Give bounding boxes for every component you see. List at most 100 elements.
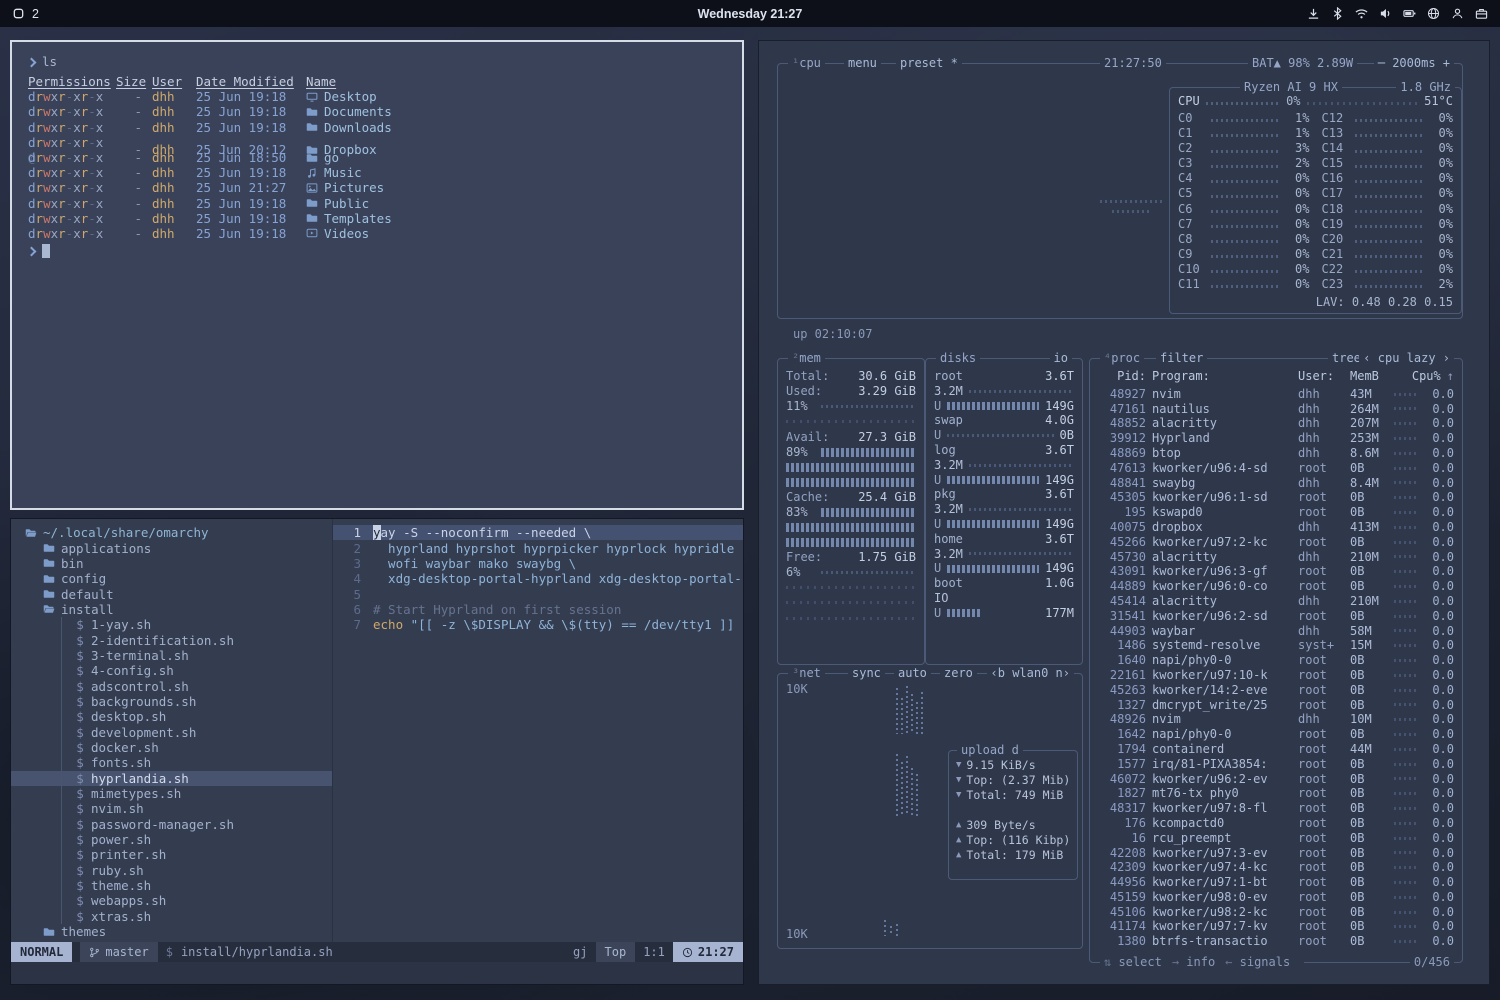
editor-pane[interactable]: 1yay -S --noconfirm --needed \2 hyprland… — [333, 519, 743, 942]
process-row[interactable]: 16rcu_preemptroot0B0.0 — [1098, 831, 1454, 846]
code-line-2[interactable]: 2 hyprland hyprshot hyprpicker hyprlock … — [333, 540, 743, 555]
workspace-icon[interactable] — [12, 7, 25, 20]
process-row[interactable]: 1827mt76-tx phy0root0B0.0 — [1098, 786, 1454, 801]
process-row[interactable]: 48841swaybgdhh8.4M0.0 — [1098, 476, 1454, 491]
proc-footer-signals[interactable]: ← signals — [1225, 955, 1290, 969]
preset-button[interactable]: preset * — [896, 56, 962, 71]
process-row[interactable]: 45263kworker/14:2-everoot0B0.0 — [1098, 683, 1454, 698]
tree-item-nvim.sh[interactable]: $nvim.sh — [11, 801, 332, 816]
command-line-area[interactable] — [11, 962, 743, 984]
code-line-3[interactable]: 3 wofi waybar mako swaybg \ — [333, 556, 743, 571]
mem-box-title[interactable]: ²mem — [788, 351, 825, 366]
tree-item-themes[interactable]: themes — [11, 924, 332, 939]
tree-item-power.sh[interactable]: $power.sh — [11, 832, 332, 847]
process-row[interactable]: 41174kworker/u97:7-kvroot0B0.0 — [1098, 919, 1454, 934]
filter-button[interactable]: filter — [1156, 351, 1207, 366]
tree-item-webapps.sh[interactable]: $webapps.sh — [11, 893, 332, 908]
proc-footer-select[interactable]: ⇅ select — [1104, 955, 1162, 969]
process-row[interactable]: 48927nvimdhh43M0.0 — [1098, 387, 1454, 402]
tray-download-icon[interactable] — [1307, 7, 1320, 20]
process-row[interactable]: 45159kworker/u98:0-evroot0B0.0 — [1098, 890, 1454, 905]
volume-icon[interactable] — [1379, 7, 1392, 20]
process-row[interactable]: 44889kworker/u96:0-coroot0B0.0 — [1098, 579, 1454, 594]
tree-item-3-terminal.sh[interactable]: $3-terminal.sh — [11, 648, 332, 663]
tree-item-mimetypes.sh[interactable]: $mimetypes.sh — [11, 786, 332, 801]
process-row[interactable]: 43091kworker/u96:3-gfroot0B0.0 — [1098, 564, 1454, 579]
process-row[interactable]: 45414alacrittydhh210M0.0 — [1098, 594, 1454, 609]
tree-item-bin[interactable]: bin — [11, 556, 332, 571]
code-line-5[interactable]: 5 — [333, 586, 743, 601]
tree-item-adscontrol.sh[interactable]: $adscontrol.sh — [11, 678, 332, 693]
process-row[interactable]: 47613kworker/u96:4-sdroot0B0.0 — [1098, 461, 1454, 476]
git-branch[interactable]: master — [80, 942, 157, 962]
wifi-icon[interactable] — [1355, 7, 1368, 20]
update-interval[interactable]: ─ 2000ms + — [1374, 56, 1454, 71]
cpu-column-header[interactable]: Cpu% — [1411, 369, 1441, 384]
process-row[interactable]: 44903waybardhh58M0.0 — [1098, 624, 1454, 639]
tree-item-printer.sh[interactable]: $printer.sh — [11, 847, 332, 862]
topbar-clock[interactable]: Wednesday 21:27 — [698, 7, 803, 21]
process-row[interactable]: 1327dmcrypt_write/25root0B0.0 — [1098, 698, 1454, 713]
process-row[interactable]: 31541kworker/u96:2-sdroot0B0.0 — [1098, 609, 1454, 624]
process-row[interactable]: 45730alacrittydhh210M0.0 — [1098, 550, 1454, 565]
process-row[interactable]: 39912Hyprlanddhh253M0.0 — [1098, 431, 1454, 446]
proc-footer-info[interactable]: → info — [1172, 955, 1215, 969]
process-row[interactable]: 1794containerdroot44M0.0 — [1098, 742, 1454, 757]
tree-item-password-manager.sh[interactable]: $password-manager.sh — [11, 817, 332, 832]
process-row[interactable]: 42208kworker/u97:3-evroot0B0.0 — [1098, 846, 1454, 861]
tree-item-default[interactable]: default — [11, 586, 332, 601]
tree-item-hyprlandia.sh[interactable]: $hyprlandia.sh — [11, 771, 332, 786]
process-row[interactable]: 48869btopdhh8.6M0.0 — [1098, 446, 1454, 461]
code-line-6[interactable]: 6# Start Hyprland on first session — [333, 602, 743, 617]
tree-item-theme.sh[interactable]: $theme.sh — [11, 878, 332, 893]
process-row[interactable]: 48926nvimdhh10M0.0 — [1098, 712, 1454, 727]
briefcase-icon[interactable] — [1475, 7, 1488, 20]
process-row[interactable]: 1380btrfs-transactioroot0B0.0 — [1098, 934, 1454, 949]
process-row[interactable]: 45305kworker/u96:1-sdroot0B0.0 — [1098, 490, 1454, 505]
process-row[interactable]: 42309kworker/u97:4-kcroot0B0.0 — [1098, 860, 1454, 875]
tree-item-xtras.sh[interactable]: $xtras.sh — [11, 909, 332, 924]
process-row[interactable]: 46072kworker/u96:2-evroot0B0.0 — [1098, 772, 1454, 787]
process-row[interactable]: 22161kworker/u97:10-kroot0B0.0 — [1098, 668, 1454, 683]
code-line-1[interactable]: 1yay -S --noconfirm --needed \ — [333, 525, 743, 540]
process-row[interactable]: 45266kworker/u97:2-kcroot0B0.0 — [1098, 535, 1454, 550]
process-row[interactable]: 47161nautilusdhh264M0.0 — [1098, 402, 1454, 417]
tree-item-fonts.sh[interactable]: $fonts.sh — [11, 755, 332, 770]
tree-item-install[interactable]: install — [11, 602, 332, 617]
process-row[interactable]: 1642napi/phy0-0root0B0.0 — [1098, 727, 1454, 742]
sort-selector[interactable]: ‹ cpu lazy › — [1359, 351, 1454, 366]
tree-item-backgrounds.sh[interactable]: $backgrounds.sh — [11, 694, 332, 709]
code-line-4[interactable]: 4 xdg-desktop-portal-hyprland xdg-deskto… — [333, 571, 743, 586]
process-row[interactable]: 40075dropboxdhh413M0.0 — [1098, 520, 1454, 535]
tree-item-development.sh[interactable]: $development.sh — [11, 724, 332, 739]
scroll-up-indicator[interactable]: ↑ — [1447, 369, 1454, 384]
workspace-indicator[interactable]: 2 — [32, 7, 39, 21]
globe-icon[interactable] — [1427, 7, 1440, 20]
code-line-7[interactable]: 7echo "[[ -z \$DISPLAY && \$(tty) == /de… — [333, 617, 743, 632]
tree-item-ruby.sh[interactable]: $ruby.sh — [11, 863, 332, 878]
tree-item-desktop.sh[interactable]: $desktop.sh — [11, 709, 332, 724]
tree-item-1-yay.sh[interactable]: $1-yay.sh — [11, 617, 332, 632]
process-row[interactable]: 176kcompactd0root0B0.0 — [1098, 816, 1454, 831]
menu-button[interactable]: menu — [844, 56, 881, 71]
process-row[interactable]: 1577irq/81-PIXA3854:root0B0.0 — [1098, 757, 1454, 772]
tree-item-2-identification.sh[interactable]: $2-identification.sh — [11, 632, 332, 647]
pid-column-header[interactable]: Pid: — [1098, 369, 1146, 384]
tree-root[interactable]: ~/.local/share/omarchy — [11, 525, 332, 540]
mem-column-header[interactable]: MemB — [1350, 369, 1388, 384]
tree-item-4-config.sh[interactable]: $4-config.sh — [11, 663, 332, 678]
program-column-header[interactable]: Program: — [1152, 369, 1292, 384]
tree-item-applications[interactable]: applications — [11, 540, 332, 555]
process-row[interactable]: 1640napi/phy0-0root0B0.0 — [1098, 653, 1454, 668]
user-column-header[interactable]: User: — [1298, 369, 1344, 384]
bluetooth-icon[interactable] — [1331, 7, 1344, 20]
process-row[interactable]: 48852alacrittydhh207M0.0 — [1098, 416, 1454, 431]
cpu-box-title[interactable]: ¹cpu — [788, 56, 825, 71]
disks-box-title[interactable]: disks — [936, 351, 980, 366]
tree-item-config[interactable]: config — [11, 571, 332, 586]
process-row[interactable]: 44956kworker/u97:1-btroot0B0.0 — [1098, 875, 1454, 890]
prompt-line[interactable] — [28, 243, 726, 259]
tree-item-docker.sh[interactable]: $docker.sh — [11, 740, 332, 755]
battery-icon[interactable] — [1403, 7, 1416, 20]
process-row[interactable]: 45106kworker/u98:2-kcroot0B0.0 — [1098, 905, 1454, 920]
